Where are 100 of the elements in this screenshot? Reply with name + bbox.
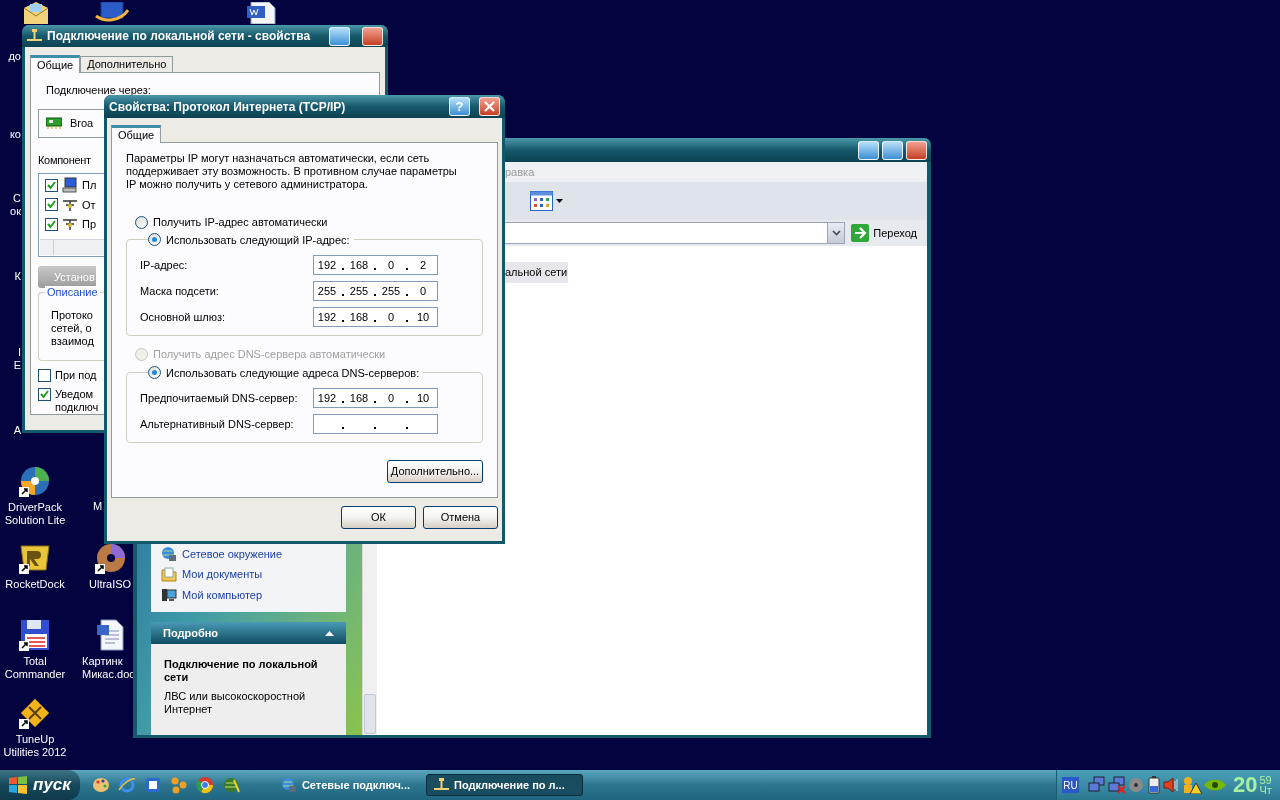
network-disconnected-icon[interactable] — [1108, 776, 1126, 794]
network-service-icon — [62, 197, 78, 213]
radio-button[interactable]: Использовать следующие адреса DNS-серверов: — [148, 364, 424, 381]
desktop-icon-label[interactable]: ко — [4, 128, 21, 141]
checkbox[interactable] — [38, 369, 51, 382]
file-item[interactable]: альной сети — [504, 262, 569, 283]
intro-text: Параметры IP могут назначаться автоматически, если сеть поддерживает эту возможность. В противном случае параметры IP можно получить у сетевого администратора. — [126, 152, 458, 191]
dns-address-field[interactable] — [313, 414, 438, 434]
description-text: Протоко сетей, о взаимод — [51, 309, 95, 349]
tab[interactable]: Общие — [30, 55, 81, 73]
checkbox[interactable] — [45, 198, 58, 212]
minimize-button[interactable] — [858, 140, 879, 160]
views-button[interactable] — [530, 191, 563, 211]
group-label: Описание — [45, 286, 100, 299]
advanced-button[interactable]: Дополнительно... — [387, 460, 483, 483]
window-title: Подключение по локальной сети - свойства — [47, 28, 312, 45]
monitor-icon — [95, 2, 129, 22]
user-warning-icon[interactable] — [1182, 776, 1202, 794]
field-label: Компонент — [38, 152, 91, 168]
network-icon — [27, 29, 42, 43]
field-label: Предпочитаемый DNS-сервер: — [140, 390, 299, 406]
computer-icon — [161, 586, 177, 603]
cancel-button[interactable]: Отмена — [423, 506, 498, 529]
disc-icon — [95, 542, 127, 574]
close-button[interactable] — [362, 26, 383, 46]
desktop-icon-label[interactable]: I E — [4, 346, 21, 372]
ip-address-field[interactable]: 192 168 0 10 — [313, 307, 438, 327]
task-link[interactable]: Мой компьютер — [182, 586, 263, 603]
field-label: Подключение через: — [46, 83, 151, 98]
checkbox[interactable] — [45, 218, 58, 231]
network-icon — [434, 778, 449, 792]
checkbox[interactable] — [38, 388, 51, 401]
battery-icon[interactable] — [1148, 776, 1160, 794]
arrow-icon — [851, 224, 870, 242]
checkbox-label[interactable]: При под — [55, 369, 97, 382]
desktop-icon-label[interactable]: Total Commander — [0, 655, 73, 681]
field-label: Маска подсети: — [140, 283, 220, 299]
details-panel-header[interactable]: Подробно — [151, 622, 346, 644]
task-link[interactable]: Мои документы — [182, 566, 263, 583]
task-link[interactable]: Сетевое окружение — [182, 545, 283, 562]
cluster-icon[interactable] — [170, 776, 188, 794]
folder-icon — [161, 566, 177, 583]
desktop-icon-label[interactable]: С ок — [4, 192, 21, 218]
close-icon — [484, 101, 495, 112]
desktop-icon-label[interactable]: TuneUp Utilities 2012 — [0, 733, 73, 759]
disc-icon — [19, 465, 51, 497]
app-icon[interactable] — [144, 776, 162, 794]
speaker-icon[interactable] — [1162, 776, 1180, 794]
adapter-field: Broa — [38, 108, 104, 138]
list-item[interactable]: Пр — [82, 216, 97, 233]
field-label: Альтернативный DNS-сервер: — [140, 416, 295, 432]
desktop-icon-label[interactable]: DriverPack Solution Lite — [0, 501, 73, 527]
document-icon — [95, 619, 127, 651]
field-label: Основной шлюз: — [140, 309, 227, 325]
browser-icon[interactable] — [118, 776, 136, 794]
details-name: Подключение по локальной сети — [164, 658, 319, 684]
desktop-icon-label[interactable]: до — [4, 50, 21, 63]
desktop-icon-label[interactable]: К — [4, 270, 21, 283]
close-button[interactable] — [906, 140, 927, 160]
taskbar-button[interactable]: Подключение по л... — [426, 774, 583, 796]
desktop-icon-label[interactable]: RocketDock — [0, 578, 73, 591]
badge-icon — [19, 542, 51, 574]
go-button[interactable]: Переход — [849, 222, 921, 244]
language-indicator[interactable]: RU — [1062, 777, 1079, 793]
desktop-icon-label[interactable]: М — [93, 500, 103, 513]
tab[interactable]: Дополнительно — [80, 56, 174, 72]
envelope-icon — [22, 2, 50, 24]
globe-icon — [161, 545, 177, 562]
eye-icon[interactable] — [1204, 777, 1226, 793]
caret-icon — [556, 199, 563, 203]
title-bar-button[interactable] — [329, 26, 350, 46]
network-card-icon — [46, 117, 62, 130]
checkbox-label[interactable]: Уведом подключ — [55, 388, 99, 414]
checkbox[interactable] — [45, 179, 58, 192]
tab[interactable]: Общие — [111, 125, 162, 143]
maximize-button[interactable] — [882, 140, 903, 160]
close-button[interactable] — [479, 97, 500, 116]
browser-icon[interactable] — [196, 776, 214, 794]
components-list[interactable]: Пл От Пр — [38, 173, 104, 258]
start-button[interactable]: пуск — [0, 770, 80, 800]
ok-button[interactable]: ОК — [341, 506, 416, 529]
list-item[interactable]: От — [82, 196, 96, 214]
network-icon — [281, 777, 297, 793]
desktop-icon-label[interactable]: Картинк Микас.doc — [82, 655, 133, 681]
desktop-icon-label[interactable]: UltraISO — [89, 578, 133, 591]
collapse-icon — [325, 630, 334, 636]
computer-icon — [62, 177, 78, 194]
globe-icon[interactable] — [222, 776, 240, 794]
details-type: ЛВС или высокоскоростной Интернет — [164, 690, 307, 716]
network-icon[interactable] — [1088, 776, 1106, 794]
radio-button[interactable]: Использовать следующий IP-адрес: — [148, 231, 354, 248]
palette-icon[interactable] — [92, 776, 110, 794]
ip-address-field[interactable]: 192 168 0 2 — [313, 255, 438, 275]
network-service-icon — [62, 216, 78, 233]
ip-address-field[interactable]: 255 255 255 0 — [313, 281, 438, 301]
desktop-icon-label[interactable]: А — [4, 424, 21, 437]
taskbar-button[interactable]: Сетевые подключ... — [273, 774, 418, 796]
window-title: Свойства: Протокол Интернета (TCP/IP) — [109, 98, 347, 116]
list-item[interactable]: Пл — [82, 177, 97, 194]
dns-address-field[interactable]: 192 168 0 10 — [313, 388, 438, 408]
